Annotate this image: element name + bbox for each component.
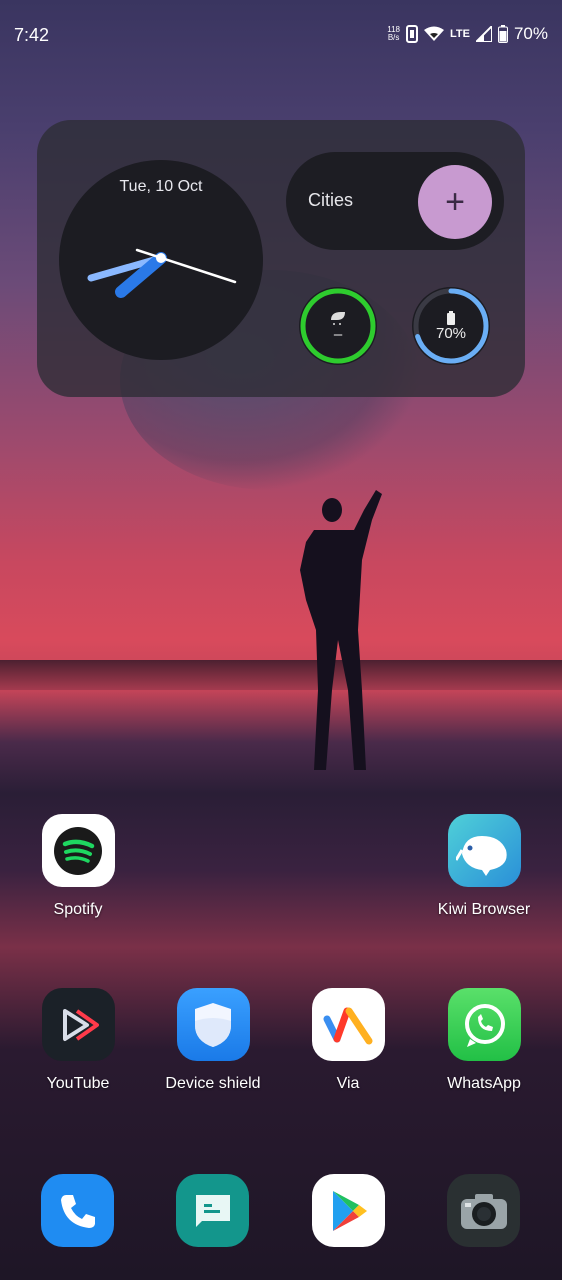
wallpaper-silhouette xyxy=(300,490,382,770)
kiwi-icon xyxy=(447,814,521,887)
play-store-icon xyxy=(332,1190,367,1231)
app-spotify[interactable]: Spotify xyxy=(18,814,138,919)
messages-app-icon[interactable] xyxy=(176,1174,249,1247)
app-whatsapp[interactable]: WhatsApp xyxy=(424,988,544,1093)
camera-app-icon[interactable] xyxy=(447,1174,520,1247)
phone-icon xyxy=(60,1194,95,1228)
app-label: Kiwi Browser xyxy=(437,901,531,918)
clock-hands xyxy=(87,248,237,298)
battery-percent: 70% xyxy=(513,24,548,43)
youtube-icon xyxy=(41,988,115,1061)
app-label: Via xyxy=(336,1075,360,1092)
battery-small-icon xyxy=(447,310,455,325)
battery-ring-value: 70% xyxy=(435,324,467,342)
weather-value: – xyxy=(333,325,343,343)
whatsapp-icon xyxy=(447,988,521,1061)
app-label: Device shield xyxy=(165,1075,261,1092)
app-label: Spotify xyxy=(53,901,103,918)
vibrate-icon xyxy=(406,25,418,43)
clock-widget[interactable]: Tue, 10 Oct xyxy=(59,160,263,360)
add-city-button[interactable]: + xyxy=(418,165,492,239)
status-time: 7:42 xyxy=(14,25,50,45)
cities-button[interactable]: Cities + xyxy=(286,152,504,250)
app-via[interactable]: Via xyxy=(288,988,408,1093)
wallpaper-horizon xyxy=(0,660,562,690)
weather-icon xyxy=(331,311,345,325)
app-label: YouTube xyxy=(46,1075,110,1092)
status-bar: 7:42 118 B/s LTE 70% xyxy=(0,0,562,70)
via-icon xyxy=(311,988,385,1061)
app-youtube[interactable]: YouTube xyxy=(18,988,138,1093)
spotify-icon xyxy=(41,814,115,887)
play-store-app-icon[interactable] xyxy=(312,1174,385,1247)
signal-icon xyxy=(475,26,492,42)
phone-app-icon[interactable] xyxy=(41,1174,114,1247)
app-kiwi-browser[interactable]: Kiwi Browser xyxy=(424,814,544,919)
wifi-icon xyxy=(424,26,444,41)
shield-icon xyxy=(176,988,250,1061)
battery-icon xyxy=(497,25,508,43)
weather-ring[interactable]: – xyxy=(299,287,377,365)
messages-icon xyxy=(195,1194,230,1227)
app-device-shield[interactable]: Device shield xyxy=(153,988,273,1093)
status-icons: 118 B/s LTE 70% xyxy=(387,24,548,44)
camera-icon xyxy=(460,1193,507,1229)
plus-icon: + xyxy=(445,182,465,221)
battery-ring[interactable]: 70% xyxy=(412,287,490,365)
net-speed-icon: 118 B/s xyxy=(387,25,400,42)
network-type: LTE xyxy=(450,28,470,40)
cities-label: Cities xyxy=(308,190,354,210)
app-label: WhatsApp xyxy=(447,1075,521,1092)
